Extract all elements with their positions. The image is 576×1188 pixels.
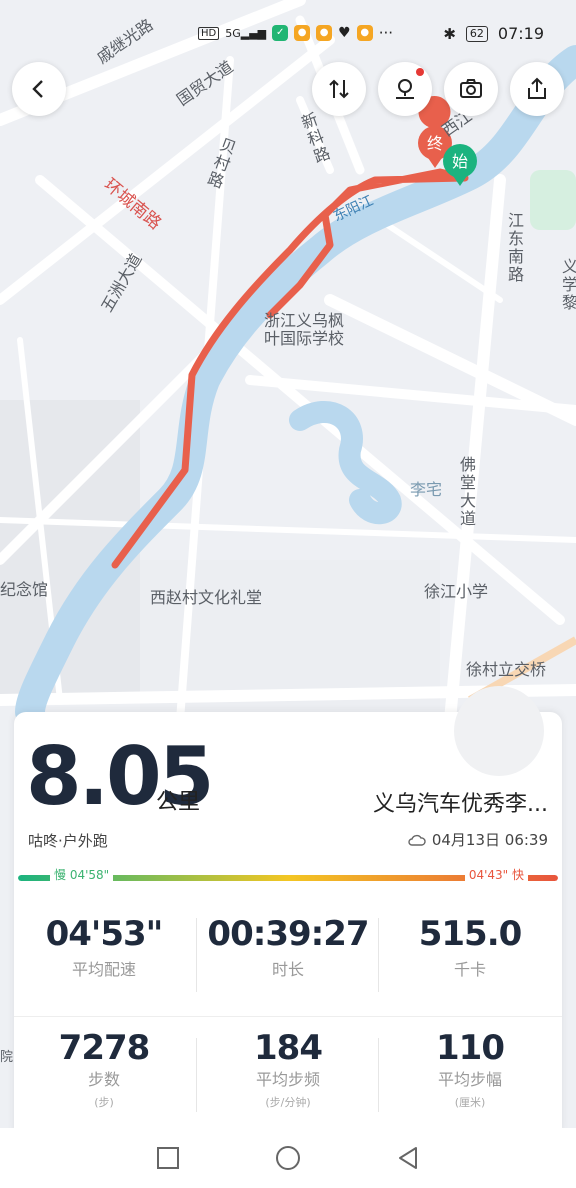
battery-icon: 62 xyxy=(465,25,488,42)
stat-value: 04'53" xyxy=(45,914,164,954)
camera-button[interactable] xyxy=(444,62,498,116)
row-divider xyxy=(14,1016,562,1017)
pace-fast-label: 04'43" 快 xyxy=(464,866,528,883)
stat-label: 平均配速 xyxy=(71,960,136,979)
label-yi-edge: 义 xyxy=(559,258,576,276)
health-icon: ♥ xyxy=(338,25,351,41)
app-notification-icon: ✓ xyxy=(272,25,289,41)
stat-cadence: 184 平均步频 (步/分钟) xyxy=(198,1028,378,1110)
datetime-text: 04月13日 06:39 xyxy=(431,831,548,849)
stat-value: 7278 xyxy=(58,1028,151,1068)
start-marker-label: 始 xyxy=(452,152,468,171)
system-nav-bar xyxy=(0,1128,576,1188)
stat-value: 515.0 xyxy=(418,914,523,954)
divider xyxy=(378,918,379,992)
recent-apps-button[interactable] xyxy=(152,1142,184,1174)
more-icon: ··· xyxy=(378,24,394,42)
label-lizhai: 李宅 xyxy=(410,480,443,499)
avatar[interactable] xyxy=(454,686,544,776)
stat-label: 步数 xyxy=(87,1070,120,1089)
activity-source: 咕咚·户外跑 xyxy=(28,832,108,850)
label-xicun-hall: 西赵村文化礼堂 xyxy=(150,588,263,607)
weibo-icon: ● xyxy=(294,25,311,41)
distance-unit: 公里 xyxy=(156,790,201,815)
label-xujiang-school: 徐江小学 xyxy=(424,582,489,601)
label-jiangdong: 江东南路 xyxy=(505,212,524,284)
signal-icon: 5G▂▄▆ xyxy=(225,26,267,40)
stat-label: 时长 xyxy=(271,960,304,979)
camera-icon xyxy=(460,79,482,98)
stat-label: 平均步幅 xyxy=(437,1070,502,1089)
stat-value: 110 xyxy=(436,1028,505,1068)
location-button[interactable] xyxy=(378,62,432,116)
swap-icon xyxy=(329,79,349,99)
end-marker-label: 终 xyxy=(427,134,443,153)
stat-unit: (步) xyxy=(94,1096,114,1109)
label-memorial: 纪念馆 xyxy=(0,580,49,599)
stat-calories: 515.0 千卡 xyxy=(380,914,560,980)
share-icon xyxy=(528,77,546,99)
label-school: 浙江义乌枫 叶国际学校 xyxy=(264,311,345,348)
back-nav-button[interactable] xyxy=(392,1142,424,1174)
switch-route-button[interactable] xyxy=(312,62,366,116)
run-summary-card: 8.05 公里 义乌汽车优秀李... 咕咚·户外跑 04月13日 06:39 慢… xyxy=(14,686,562,1132)
stat-label: 平均步频 xyxy=(255,1070,320,1089)
label-xucun: 徐村立交桥 xyxy=(466,660,547,679)
stat-stride: 110 平均步幅 (厘米) xyxy=(380,1028,560,1110)
hd-icon: HD xyxy=(198,26,220,40)
status-bar: HD 5G▂▄▆ ✓ ● ● ♥ ● ··· ✱ 62 07:19 xyxy=(0,0,576,66)
weibo-icon-3: ● xyxy=(356,25,373,41)
stat-label: 千卡 xyxy=(453,960,486,979)
cloud-icon xyxy=(408,834,426,846)
pace-slow-label: 慢 04'58" xyxy=(50,866,114,883)
location-pin-icon xyxy=(396,79,414,99)
weibo-icon-2: ● xyxy=(316,25,333,41)
stat-duration: 00:39:27 时长 xyxy=(198,914,378,980)
home-button[interactable] xyxy=(272,1142,304,1174)
clock: 07:19 xyxy=(497,24,544,43)
label-xue-edge: 学 xyxy=(559,276,576,294)
runner-name[interactable]: 义乌汽车优秀李... xyxy=(373,786,548,818)
notification-dot xyxy=(416,68,424,76)
share-button[interactable] xyxy=(510,62,564,116)
chevron-left-icon xyxy=(32,80,43,98)
stat-avg-pace: 04'53" 平均配速 xyxy=(14,914,194,980)
stat-unit: (步/分钟) xyxy=(265,1096,311,1109)
activity-datetime: 04月13日 06:39 xyxy=(408,829,548,850)
stat-unit: (厘米) xyxy=(454,1096,486,1109)
stat-value: 184 xyxy=(254,1028,323,1068)
label-edge-left: 院 xyxy=(0,1050,14,1065)
divider xyxy=(196,1038,197,1112)
bluetooth-icon: ✱ xyxy=(443,24,456,43)
stat-value: 00:39:27 xyxy=(207,914,369,954)
label-fotang: 佛堂大道 xyxy=(457,456,476,528)
divider xyxy=(378,1038,379,1112)
stat-steps: 7278 步数 (步) xyxy=(14,1028,194,1110)
label-li-edge: 黎 xyxy=(559,294,576,312)
divider xyxy=(196,918,197,992)
back-button[interactable] xyxy=(12,62,66,116)
